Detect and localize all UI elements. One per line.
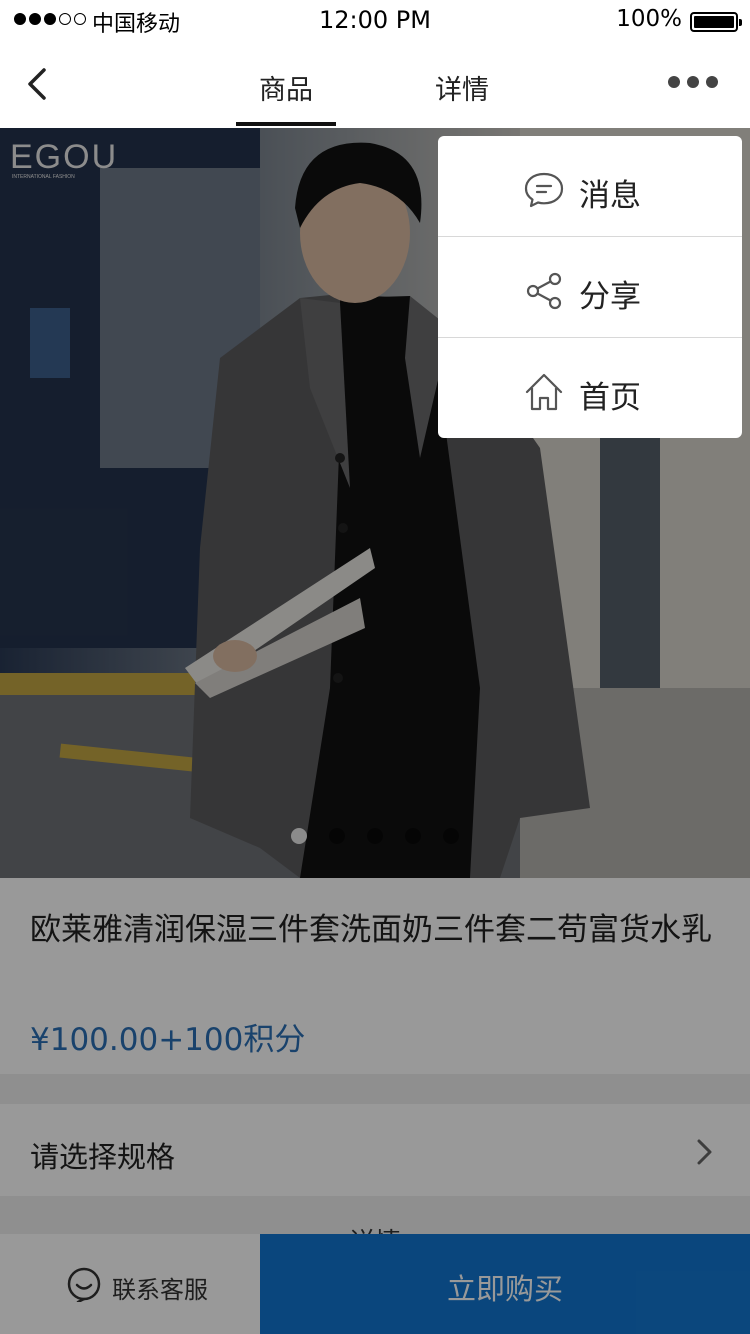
battery-icon <box>690 12 742 32</box>
home-icon <box>525 373 563 411</box>
message-icon <box>524 172 564 208</box>
bottom-action-bar: 联系客服 立即购买 <box>0 1234 750 1334</box>
more-dot-icon <box>668 76 680 88</box>
menu-item-home[interactable]: 首页 <box>438 338 742 438</box>
status-bar: 中国移动 12:00 PM 100% <box>0 0 750 40</box>
menu-item-share[interactable]: 分享 <box>438 237 742 337</box>
active-tab-indicator <box>236 122 336 126</box>
menu-item-message[interactable]: 消息 <box>438 136 742 236</box>
more-dot-icon <box>687 76 699 88</box>
back-button[interactable] <box>18 60 62 108</box>
menu-item-label: 首页 <box>579 380 641 416</box>
menu-item-label: 分享 <box>579 279 641 315</box>
navigation-bar: 商品 详情 <box>0 40 750 128</box>
share-icon <box>526 272 562 310</box>
battery-percentage: 100% <box>616 6 682 32</box>
more-options-menu: 消息 分享 首页 <box>438 136 742 438</box>
more-options-button[interactable] <box>668 76 724 90</box>
tab-goods[interactable]: 商品 <box>259 68 313 107</box>
tab-detail[interactable]: 详情 <box>435 68 489 107</box>
more-dot-icon <box>706 76 718 88</box>
bottom-dim-overlay[interactable] <box>0 1234 750 1334</box>
menu-item-label: 消息 <box>579 178 641 214</box>
chevron-left-icon <box>28 68 46 100</box>
